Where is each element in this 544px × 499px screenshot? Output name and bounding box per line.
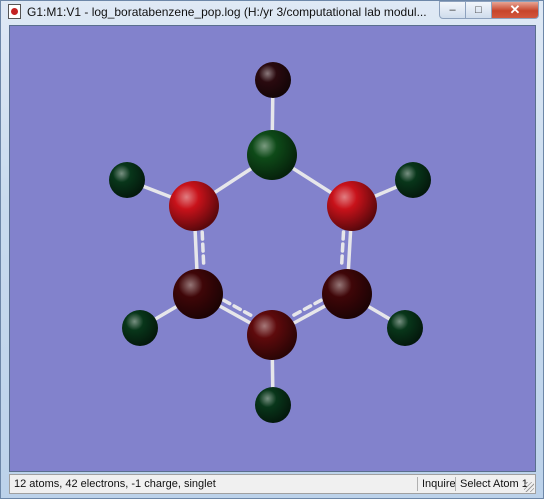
resize-grip[interactable] xyxy=(524,482,534,492)
atom-h-lower-right[interactable] xyxy=(387,310,423,346)
status-divider xyxy=(455,477,456,491)
atom-h-upper-right[interactable] xyxy=(395,162,431,198)
atom-c-lower-right[interactable] xyxy=(322,269,372,319)
maximize-icon: □ xyxy=(475,4,482,16)
title-bar[interactable]: G1:M1:V1 - log_boratabenzene_pop.log (H:… xyxy=(1,1,544,23)
atom-h-top[interactable] xyxy=(255,62,291,98)
atom-h-lower-left[interactable] xyxy=(122,310,158,346)
atom-b[interactable] xyxy=(247,130,297,180)
aromatic-bond-dash xyxy=(221,298,255,319)
close-button[interactable]: ✕ xyxy=(492,1,539,19)
maximize-button[interactable]: □ xyxy=(466,1,492,19)
close-icon: ✕ xyxy=(509,2,521,17)
molecule-viewport[interactable] xyxy=(9,25,536,472)
molecule-canvas[interactable] xyxy=(10,26,536,472)
caption-buttons: – □ ✕ xyxy=(439,1,541,20)
status-divider xyxy=(417,477,418,491)
mode-indicator: Inquire xyxy=(422,478,456,490)
minimize-button[interactable]: – xyxy=(439,1,466,19)
molecule-summary: 12 atoms, 42 electrons, -1 charge, singl… xyxy=(14,478,216,490)
atom-c-bottom[interactable] xyxy=(247,310,297,360)
aromatic-bond-dash xyxy=(339,230,346,269)
action-indicator: Select Atom 1 xyxy=(460,478,528,490)
atoms-layer xyxy=(109,62,431,423)
atom-c-lower-left[interactable] xyxy=(173,269,223,319)
gaussview-app-icon[interactable] xyxy=(8,4,21,19)
status-bar: 12 atoms, 42 electrons, -1 charge, singl… xyxy=(9,474,536,494)
gaussview-window: G1:M1:V1 - log_boratabenzene_pop.log (H:… xyxy=(0,0,544,499)
aromatic-bond-dash xyxy=(289,298,323,319)
atom-h-upper-left[interactable] xyxy=(109,162,145,198)
atom-h-bottom[interactable] xyxy=(255,387,291,423)
atom-c-left[interactable] xyxy=(169,181,219,231)
minimize-icon: – xyxy=(449,4,456,16)
window-title: G1:M1:V1 - log_boratabenzene_pop.log (H:… xyxy=(27,5,427,19)
atom-c-right[interactable] xyxy=(327,181,377,231)
aromatic-bond-dash xyxy=(200,230,206,270)
